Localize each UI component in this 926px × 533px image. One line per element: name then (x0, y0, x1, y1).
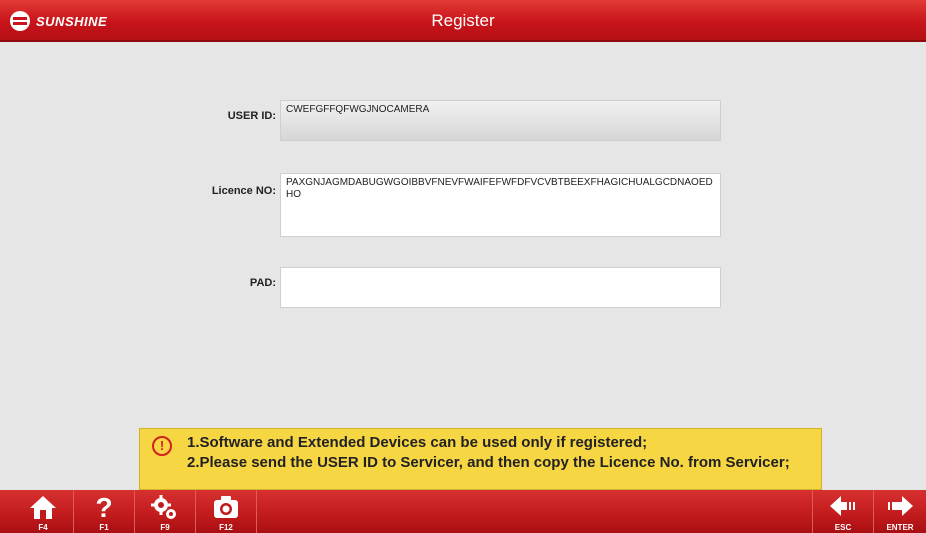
home-icon (30, 496, 56, 519)
home-button[interactable]: F4 (13, 490, 74, 533)
back-button[interactable]: ESC (812, 490, 873, 533)
settings-button[interactable]: F9 (135, 490, 196, 533)
svg-text:?: ? (95, 494, 112, 522)
user-id-field[interactable]: CWEFGFFQFWGJNOCAMERA (280, 100, 721, 141)
bottom-toolbar: F4 ? F1 F9 F12 ESC ENTER (0, 490, 926, 533)
enter-key-label: ENTER (886, 523, 914, 532)
licence-label: Licence NO: (211, 185, 276, 197)
pad-field[interactable] (280, 267, 721, 308)
pad-label: PAD: (249, 277, 276, 289)
notice-line-1: 1.Software and Extended Devices can be u… (187, 434, 648, 451)
camera-icon (214, 496, 238, 518)
enter-button[interactable]: ENTER (873, 490, 926, 533)
licence-field[interactable]: PAXGNJAGMDABUGWGOIBBVFNEVFWAIFEFWFDFVCVB… (280, 173, 721, 237)
title-bar: SUNSHINE Register (0, 0, 926, 42)
screenshot-button[interactable]: F12 (196, 490, 257, 533)
notice-text: 1.Software and Extended Devices can be u… (187, 433, 817, 473)
page-title: Register (431, 11, 495, 30)
notice-line-2: 2.Please send the USER ID to Servicer, a… (187, 454, 790, 471)
gears-icon (151, 495, 176, 519)
help-key-label: F1 (99, 523, 109, 532)
settings-key-label: F9 (160, 523, 170, 532)
help-button[interactable]: ? F1 (74, 490, 135, 533)
registration-notice: ! 1.Software and Extended Devices can be… (139, 428, 822, 490)
help-icon: ? (95, 494, 112, 522)
screenshot-key-label: F12 (219, 523, 233, 532)
warning-icon: ! (152, 436, 172, 456)
back-key-label: ESC (834, 523, 852, 532)
home-key-label: F4 (38, 523, 48, 532)
forward-arrow-icon (888, 496, 913, 516)
user-id-label: USER ID: (227, 110, 276, 122)
back-arrow-icon (830, 496, 855, 516)
